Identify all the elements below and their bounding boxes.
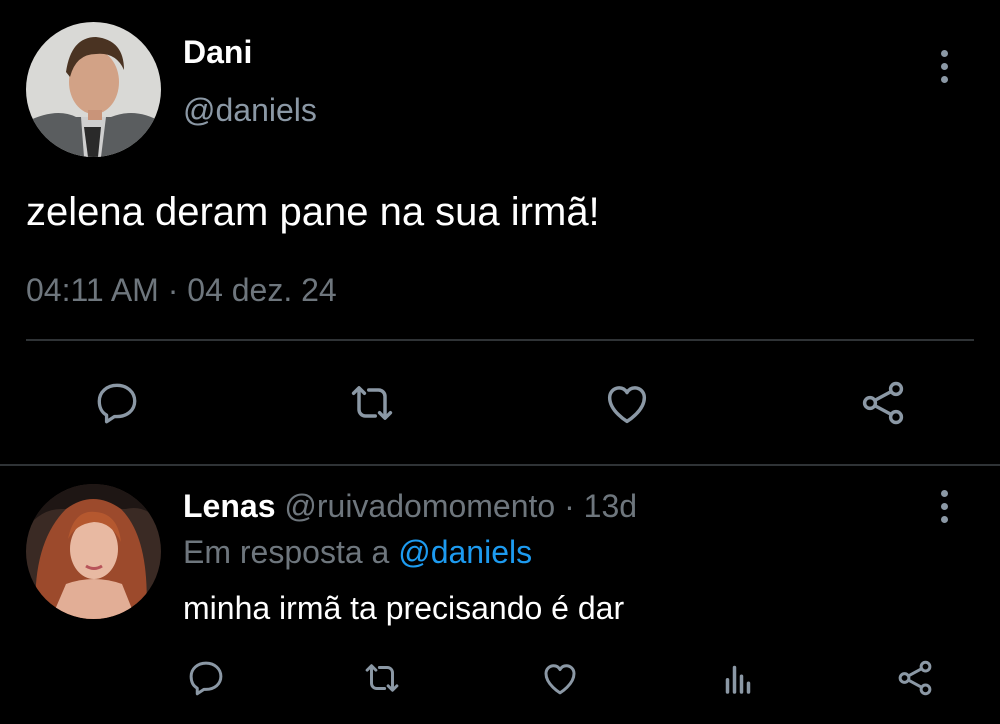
reply-to-label: Em resposta a	[183, 534, 390, 570]
reply-retweet-button[interactable]	[360, 656, 404, 700]
more-options-button[interactable]	[938, 50, 950, 83]
reply-author-avatar[interactable]	[26, 484, 161, 619]
tweet-text: zelena deram pane na sua irmã!	[26, 190, 600, 234]
more-vertical-icon	[940, 490, 948, 497]
separator-dot: ·	[564, 488, 575, 524]
reply-icon	[189, 661, 223, 696]
reply-to-line: Em resposta a @daniels	[183, 532, 532, 572]
avatar-photo	[26, 22, 161, 157]
reply-text: minha irmã ta precisando é dar	[183, 590, 625, 626]
reply-time: 13d	[583, 488, 638, 524]
reply-icon	[97, 383, 137, 424]
share-icon	[862, 381, 904, 425]
reply-button[interactable]	[90, 376, 144, 430]
divider	[26, 339, 974, 341]
reply-views-button[interactable]	[716, 656, 760, 700]
like-icon	[544, 664, 576, 695]
reply-header: Lenas @ruivadomomento · 13d	[183, 486, 637, 526]
reply-to-mention-link[interactable]: @daniels	[398, 534, 532, 570]
share-button[interactable]	[856, 376, 910, 430]
tweet-timestamp: 04:11 AM · 04 dez. 24	[26, 272, 337, 308]
reply-reply-button[interactable]	[184, 656, 228, 700]
divider	[0, 464, 1000, 466]
retweet-button[interactable]	[345, 376, 399, 430]
author-name[interactable]: Dani	[183, 32, 252, 72]
author-avatar[interactable]	[26, 22, 161, 157]
reply-author-name[interactable]: Lenas	[183, 488, 275, 524]
more-vertical-icon	[940, 50, 948, 57]
share-icon	[898, 660, 932, 696]
reply-more-options-button[interactable]	[938, 490, 950, 523]
like-icon	[607, 386, 647, 424]
reply-like-button[interactable]	[538, 656, 582, 700]
retweet-icon	[365, 664, 399, 692]
views-icon	[725, 665, 751, 694]
like-button[interactable]	[600, 376, 654, 430]
avatar-photo	[26, 484, 161, 619]
reply-share-button[interactable]	[893, 656, 937, 700]
author-handle[interactable]: @daniels	[183, 90, 317, 130]
retweet-icon	[351, 386, 393, 420]
reply-author-handle[interactable]: @ruivadomomento	[284, 488, 555, 524]
